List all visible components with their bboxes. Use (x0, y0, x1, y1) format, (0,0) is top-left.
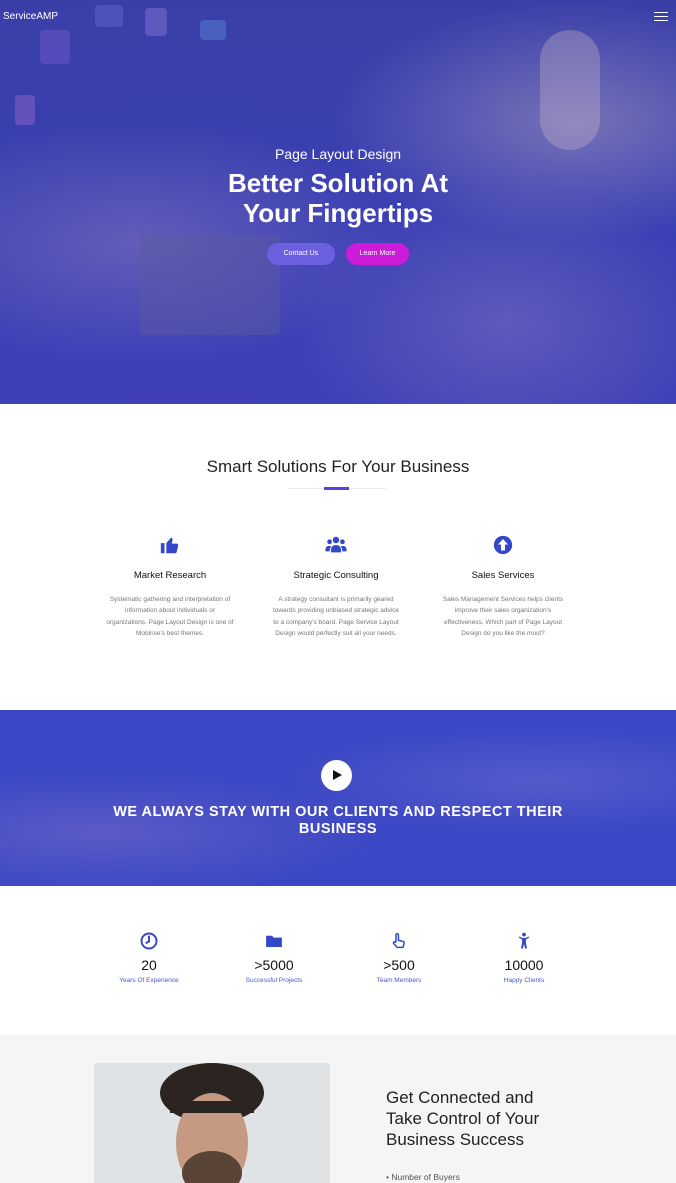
feature-strategic-consulting: Strategic Consulting A strategy consulta… (272, 534, 400, 639)
person-icon (515, 932, 533, 950)
stat-clients: 10000 Happy Clients (469, 932, 579, 984)
hero-title-line: Better Solution At (227, 168, 449, 198)
hero-title: Better Solution At Your Fingertips (0, 168, 676, 228)
video-section: WE ALWAYS STAY WITH OUR CLIENTS AND RESP… (0, 710, 676, 886)
feature-text: Sales Management Services helps clients … (442, 596, 564, 637)
learn-more-button[interactable]: Learn More (345, 243, 410, 265)
pointer-hand-icon (390, 932, 408, 950)
feature-market-research: Market Research Systematic gathering and… (106, 534, 234, 639)
play-icon[interactable] (321, 760, 352, 791)
feature-sales-services: Sales Services Sales Management Services… (439, 534, 567, 639)
hero-section: ServiceAMP Page Layout Design Better Sol… (0, 0, 676, 404)
stat-label: Team Members (376, 977, 422, 984)
background-decor (40, 30, 70, 64)
divider-accent (324, 487, 349, 490)
connect-title-line: Get Connected and (386, 1088, 534, 1107)
stats-section: 20 Years Of Experience >5000 Successful … (0, 886, 676, 1035)
contact-us-button[interactable]: Contact Us (266, 243, 336, 265)
arrow-up-circle-icon (492, 534, 514, 556)
connect-title: Get Connected and Take Control of Your B… (386, 1087, 586, 1150)
folder-icon (265, 932, 283, 950)
feature-text: Systematic gathering and interpretation … (106, 596, 234, 637)
feature-title: Strategic Consulting (293, 570, 379, 581)
video-headline: WE ALWAYS STAY WITH OUR CLIENTS AND RESP… (0, 804, 676, 838)
stat-projects: >5000 Successful Projects (219, 932, 329, 984)
hero-subtitle: Page Layout Design (274, 146, 402, 162)
background-decor (540, 30, 600, 150)
connect-title-line: Take Control of Your (386, 1109, 540, 1128)
feature-text: A strategy consultant is primarily geare… (272, 596, 400, 637)
section-title: Smart Solutions For Your Business (206, 457, 470, 476)
clock-icon (140, 932, 158, 950)
users-icon (325, 534, 347, 556)
connect-title-line: Business Success (386, 1130, 524, 1149)
video-headline-line: WE ALWAYS STAY WITH OUR CLIENTS AND RESP… (113, 804, 563, 820)
solutions-section: Smart Solutions For Your Business Market… (0, 404, 676, 710)
hamburger-icon[interactable] (654, 12, 668, 22)
list-item: • Number of Buyers (386, 1172, 460, 1182)
connect-section: Get Connected and Take Control of Your B… (0, 1035, 676, 1183)
stat-value: 10000 (504, 957, 544, 973)
stat-years: 20 Years Of Experience (94, 932, 204, 984)
background-decor (15, 95, 35, 125)
feature-title: Sales Services (471, 570, 535, 581)
feature-title: Market Research (133, 570, 207, 581)
stat-label: Happy Clients (503, 977, 545, 984)
top-nav: ServiceAMP (0, 0, 676, 34)
stat-label: Years Of Experience (119, 977, 179, 984)
video-headline-line: BUSINESS (298, 821, 378, 837)
person-photo (94, 1063, 330, 1183)
hero-title-line: Your Fingertips (242, 198, 434, 228)
thumbs-up-icon (159, 534, 181, 556)
stat-value: >5000 (254, 957, 294, 973)
stat-label: Successful Projects (245, 977, 303, 984)
stat-value: >500 (383, 957, 415, 973)
hero-buttons: Contact Us Learn More (0, 242, 676, 265)
stat-team: >500 Team Members (344, 932, 454, 984)
stat-value: 20 (141, 957, 157, 973)
brand-logo[interactable]: ServiceAMP (3, 11, 58, 22)
